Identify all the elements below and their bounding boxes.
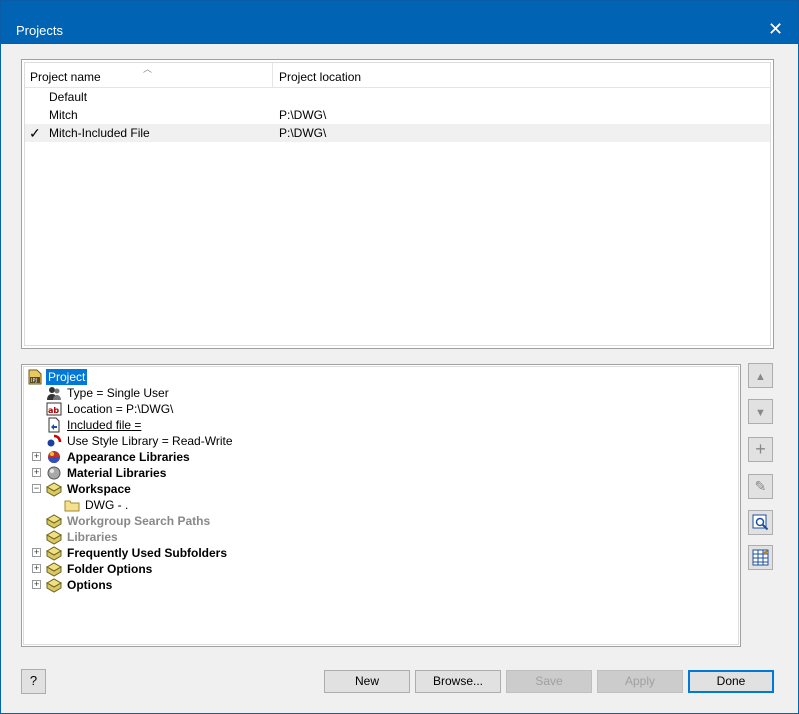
close-icon[interactable]: ✕ xyxy=(753,13,798,45)
folder-book-icon xyxy=(45,561,63,577)
column-project-location[interactable]: Project location xyxy=(279,63,579,87)
project-file-icon: IPJ xyxy=(27,369,43,385)
text-field-icon: ab xyxy=(46,401,62,417)
project-name: Mitch xyxy=(49,108,78,122)
browse-button[interactable]: Browse... xyxy=(415,670,501,693)
expand-plus-icon[interactable]: + xyxy=(32,548,41,557)
project-location: P:\DWG\ xyxy=(279,126,327,140)
tree-label: Material Libraries xyxy=(67,466,167,480)
active-check-icon: ✓ xyxy=(29,125,41,141)
save-button[interactable]: Save xyxy=(506,670,592,693)
expand-plus-icon[interactable]: + xyxy=(32,452,41,461)
help-icon: ? xyxy=(29,673,38,688)
collapse-minus-icon[interactable]: − xyxy=(32,484,41,493)
tree-label: Frequently Used Subfolders xyxy=(67,546,228,560)
expand-plus-icon[interactable]: + xyxy=(32,580,41,589)
add-path-button[interactable]: + xyxy=(748,437,773,462)
tree-label: Project xyxy=(46,369,88,385)
project-name: Default xyxy=(49,90,88,104)
tree-label: Options xyxy=(67,578,113,592)
list-row-mitch[interactable]: Mitch P:\DWG\ xyxy=(25,106,770,124)
pencil-icon: ✎ xyxy=(754,478,767,494)
tree-label: Type = Single User xyxy=(67,386,169,400)
column-project-name[interactable]: Project name xyxy=(30,63,270,87)
done-button[interactable]: Done xyxy=(688,670,774,693)
plus-icon: + xyxy=(755,439,766,459)
move-down-button[interactable]: ▼ xyxy=(748,399,773,424)
tree-label: Folder Options xyxy=(67,562,153,576)
title-bar: Projects ✕ xyxy=(0,0,799,44)
tree-label: Workgroup Search Paths xyxy=(67,514,211,528)
folder-book-icon xyxy=(45,513,63,529)
table-grid-icon xyxy=(752,549,770,570)
help-button[interactable]: ? xyxy=(21,669,46,694)
magnifier-icon xyxy=(752,514,770,535)
list-header: ︿ Project name Project location xyxy=(25,63,770,88)
tree-label: Use Style Library = Read-Write xyxy=(67,434,233,448)
svg-text:ab: ab xyxy=(48,406,59,415)
style-library-icon xyxy=(46,433,62,449)
move-up-button[interactable]: ▲ xyxy=(748,363,773,388)
tree-label: Location = P:\DWG\ xyxy=(67,402,174,416)
find-button[interactable] xyxy=(748,510,773,535)
list-row-default[interactable]: Default xyxy=(25,88,770,106)
tree-label: Included file = xyxy=(67,418,142,432)
list-row-mitch-included-file[interactable]: ✓ Mitch-Included File P:\DWG\ xyxy=(25,124,770,142)
tree-label: DWG - . xyxy=(85,498,129,512)
expand-plus-icon[interactable]: + xyxy=(32,468,41,477)
project-settings-button[interactable] xyxy=(748,545,773,570)
window-title: Projects xyxy=(16,23,63,38)
folder-book-icon xyxy=(45,529,63,545)
material-sphere-icon xyxy=(46,465,62,481)
folder-book-icon xyxy=(45,481,63,497)
edit-button[interactable]: ✎ xyxy=(748,474,773,499)
svg-text:IPJ: IPJ xyxy=(31,378,37,384)
column-separator[interactable] xyxy=(272,63,273,87)
project-name: Mitch-Included File xyxy=(49,126,150,140)
included-file-icon xyxy=(46,417,62,433)
new-button[interactable]: New xyxy=(324,670,410,693)
project-location: P:\DWG\ xyxy=(279,108,327,122)
tree-label: Libraries xyxy=(67,530,118,544)
tree-label: Appearance Libraries xyxy=(67,450,190,464)
projects-list[interactable]: ︿ Project name Project location Default … xyxy=(21,59,774,349)
appearance-sphere-icon xyxy=(46,449,62,465)
users-icon xyxy=(46,385,62,401)
triangle-up-icon: ▲ xyxy=(755,371,766,383)
apply-button[interactable]: Apply xyxy=(597,670,683,693)
tree-label: Workspace xyxy=(67,482,131,496)
folder-book-icon xyxy=(45,577,63,593)
folder-book-icon xyxy=(45,545,63,561)
folder-icon xyxy=(64,497,80,513)
expand-plus-icon[interactable]: + xyxy=(32,564,41,573)
triangle-down-icon: ▼ xyxy=(755,407,766,419)
project-settings-tree[interactable]: IPJ Project Type = Single User ab Locati… xyxy=(21,364,741,647)
